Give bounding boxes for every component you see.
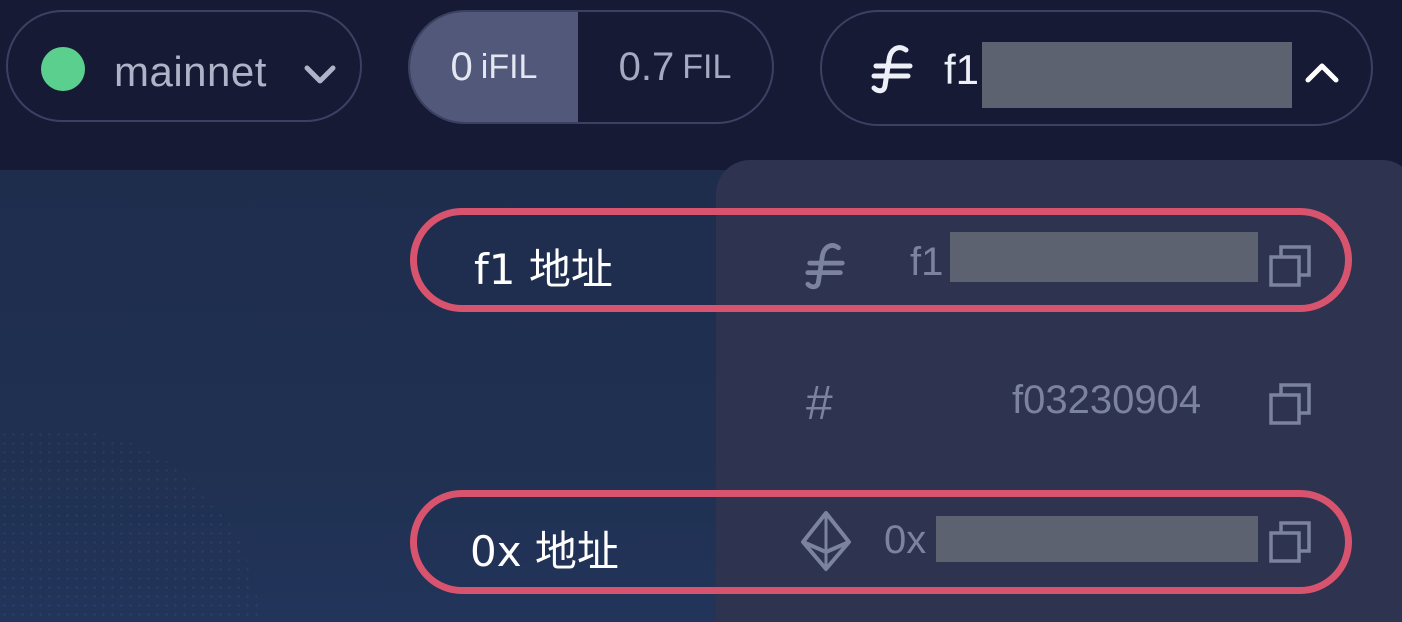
balance-fil-unit: FIL [682,47,732,86]
0x-address-annotation: 0x 地址 [470,527,619,576]
chevron-up-icon [1305,63,1339,83]
account-selector[interactable]: f1 [820,10,1373,126]
chevron-down-icon [304,65,336,84]
filecoin-icon [871,45,913,94]
balance-fil-amount: 0.7 [618,44,675,89]
network-label: mainnet [114,48,267,95]
redacted-address [982,42,1292,108]
balance-fil-option[interactable]: 0.7 FIL [578,12,772,122]
balance-toggle: 0 iFIL 0.7 FIL [408,10,774,124]
id-address-value: f03230904 [1012,378,1202,422]
balance-ifil-option[interactable]: 0 iFIL [410,12,578,122]
app-stage: mainnet 0 iFIL 0.7 FIL f1 f1 # f03230904… [0,0,1402,622]
network-status-dot [41,47,85,91]
balance-ifil-amount: 0 [450,44,473,89]
account-address-prefix: f1 [944,46,980,93]
balance-ifil-unit: iFIL [480,47,538,86]
copy-icon[interactable] [1268,382,1312,426]
hash-icon: # [806,377,833,430]
network-selector[interactable]: mainnet [6,10,362,122]
f1-address-annotation: f1 地址 [474,245,613,294]
